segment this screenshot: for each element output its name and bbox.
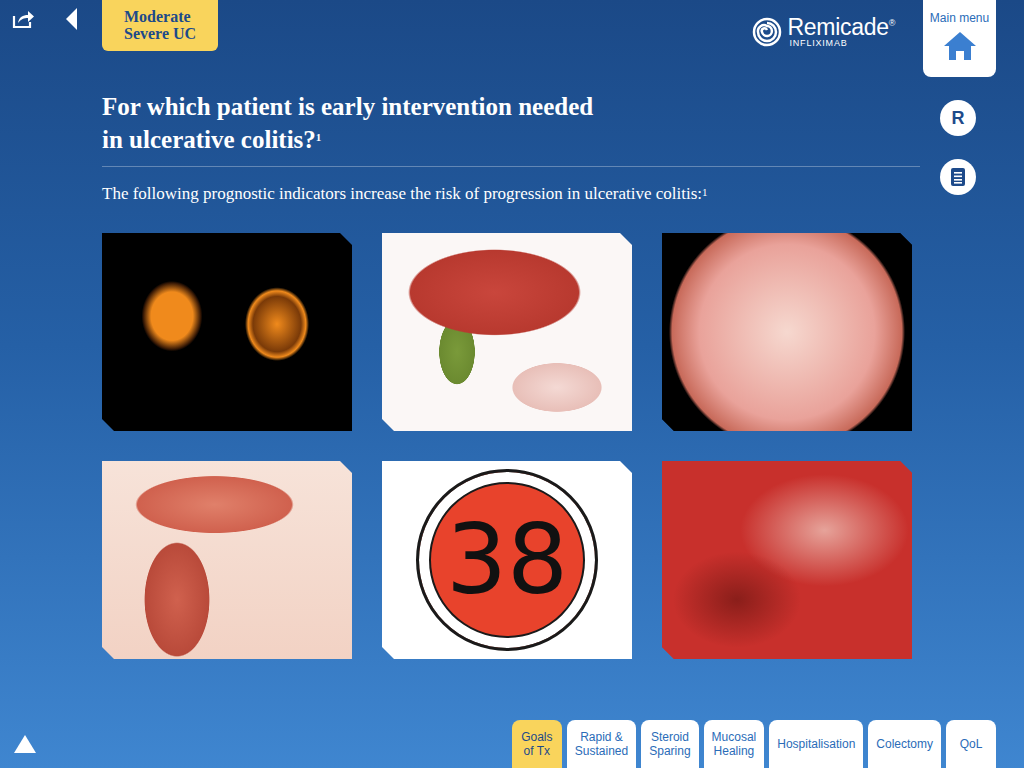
section-tab-line: Sparing xyxy=(649,744,690,758)
back-icon xyxy=(66,8,78,30)
left-tools xyxy=(0,0,102,30)
intro-text: The following prognostic indicators incr… xyxy=(102,183,912,205)
age-badge: 38 xyxy=(416,469,598,651)
logo-subtitle: INFLIXIMAB xyxy=(790,39,896,48)
section-tabs: Goalsof TxRapid &SustainedSteroidSparing… xyxy=(512,720,996,768)
footnote-mark: 1 xyxy=(316,131,322,143)
section-tab-line: Colectomy xyxy=(876,737,933,751)
section-tab-line: Healing xyxy=(714,744,755,758)
logo-mark: ® xyxy=(889,18,895,28)
indicator-card[interactable] xyxy=(662,233,912,431)
share-icon xyxy=(12,9,36,29)
home-icon xyxy=(943,31,977,61)
screen: ModerateSevere UC Remicade®INFLIXIMAB Main… xyxy=(0,0,1024,768)
section-tab-line: Steroid xyxy=(651,730,689,744)
content: For which patient is early intervention … xyxy=(0,80,1024,720)
section-tab-line: Goals xyxy=(521,730,552,744)
logo-spiral-icon xyxy=(752,17,782,47)
indicator-card[interactable] xyxy=(662,461,912,659)
section-tag-line: Moderate xyxy=(124,8,196,25)
header: ModerateSevere UC Remicade®INFLIXIMAB Main… xyxy=(0,0,1024,80)
section-tab[interactable]: Goalsof Tx xyxy=(512,720,562,768)
indicator-grid: 38 xyxy=(102,233,912,659)
section-tab-line: Rapid & xyxy=(580,730,623,744)
heading-line: in ulcerative colitis?1 xyxy=(102,123,912,156)
section-tab-line: Sustained xyxy=(575,744,628,758)
share-button[interactable] xyxy=(12,9,36,29)
section-tab[interactable]: MucosalHealing xyxy=(704,720,765,768)
section-tab-line: Mucosal xyxy=(712,730,757,744)
footnote-mark: 1 xyxy=(702,186,708,198)
heading: For which patient is early intervention … xyxy=(102,90,912,156)
up-arrow-icon xyxy=(14,735,36,753)
logo-name: Remicade® xyxy=(788,16,896,39)
indicator-card[interactable]: 38 xyxy=(382,461,632,659)
section-tag: ModerateSevere UC xyxy=(102,0,218,51)
reference-button[interactable]: R xyxy=(940,100,976,136)
section-tag-line: Severe UC xyxy=(124,25,196,42)
section-tab-line: Hospitalisation xyxy=(777,737,855,751)
section-tab[interactable]: SteroidSparing xyxy=(641,720,698,768)
indicator-card[interactable] xyxy=(102,461,352,659)
logo-text: Remicade®INFLIXIMAB xyxy=(788,16,896,48)
side-rail: R xyxy=(940,80,976,720)
section-tab[interactable]: QoL xyxy=(946,720,996,768)
indicator-card[interactable] xyxy=(382,233,632,431)
up-button[interactable] xyxy=(0,720,36,768)
document-icon xyxy=(950,167,966,187)
document-button[interactable] xyxy=(940,159,976,195)
section-tab-line: QoL xyxy=(960,737,983,751)
indicator-card[interactable] xyxy=(102,233,352,431)
footer: Goalsof TxRapid &SustainedSteroidSparing… xyxy=(0,720,1024,768)
section-tab[interactable]: Hospitalisation xyxy=(769,720,863,768)
main-menu-label: Main menu xyxy=(930,11,989,25)
section-tab-line: of Tx xyxy=(524,744,550,758)
logo: Remicade®INFLIXIMAB xyxy=(752,16,896,48)
heading-line: For which patient is early intervention … xyxy=(102,90,912,123)
divider xyxy=(102,166,920,167)
section-tab[interactable]: Colectomy xyxy=(868,720,941,768)
main: For which patient is early intervention … xyxy=(102,80,912,720)
back-button[interactable] xyxy=(66,8,78,30)
main-menu-button[interactable]: Main menu xyxy=(923,0,996,77)
section-tab[interactable]: Rapid &Sustained xyxy=(567,720,636,768)
